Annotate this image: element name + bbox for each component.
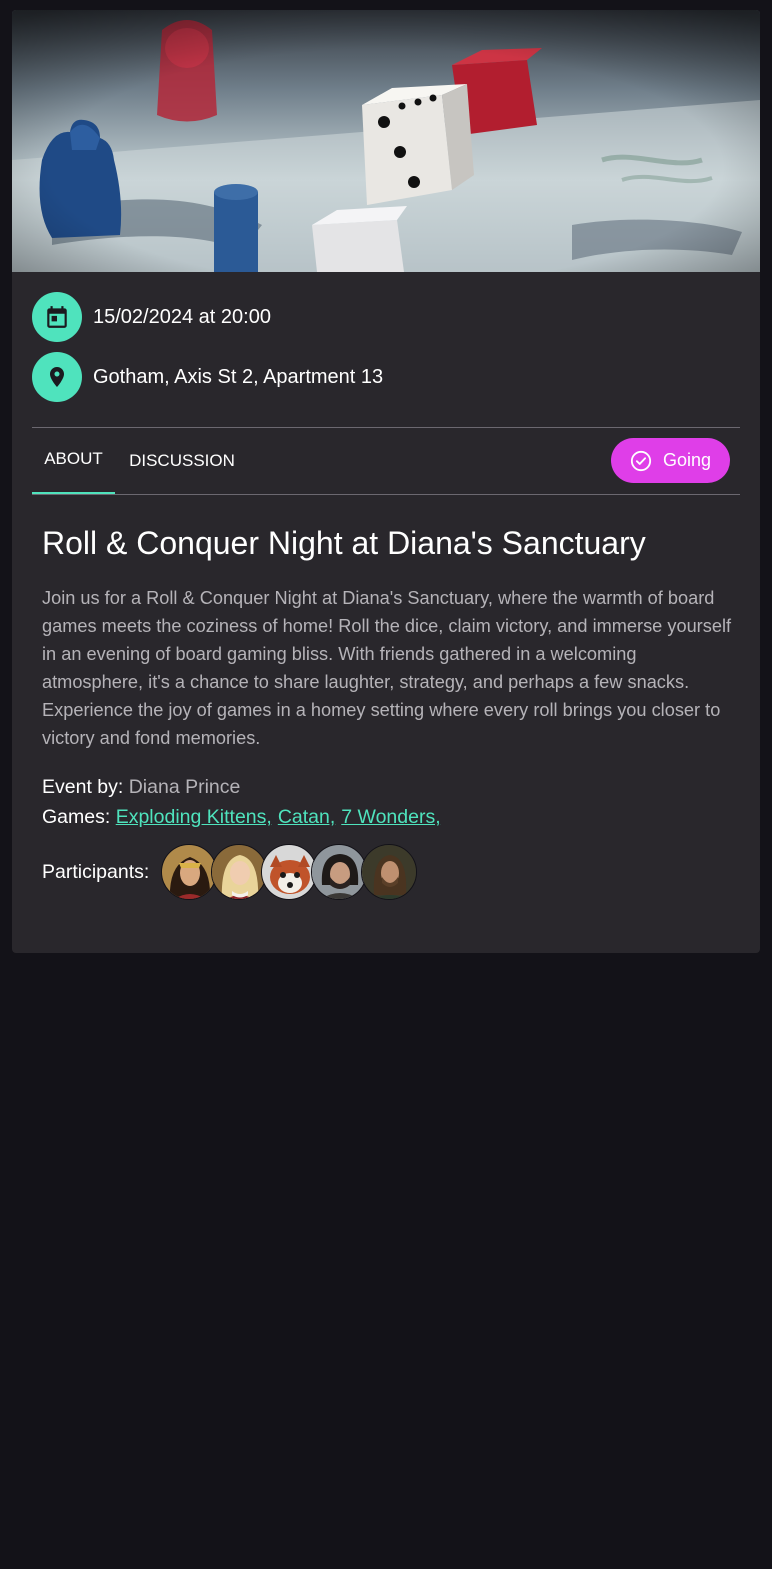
tabs-bottom-divider <box>32 494 740 495</box>
tab-discussion[interactable]: DISCUSSION <box>115 428 249 494</box>
event-title: Roll & Conquer Night at Diana's Sanctuar… <box>42 525 646 561</box>
calendar-icon <box>32 292 82 342</box>
event-location-row: Gotham, Axis St 2, Apartment 13 <box>32 352 383 402</box>
event-datetime-row: 15/02/2024 at 20:00 <box>32 292 271 342</box>
event-by-label: Event by: <box>42 776 124 798</box>
going-button-label: Going <box>662 450 712 470</box>
event-description: Join us for a Roll & Conquer Night at Di… <box>42 588 732 748</box>
event-organizer: Event by: Diana Prince <box>42 776 240 799</box>
event-datetime: 15/02/2024 at 20:00 <box>93 305 271 328</box>
event-card: 15/02/2024 at 20:00 Gotham, Axis St 2, A… <box>12 10 760 953</box>
game-link-exploding-kittens[interactable]: Exploding Kittens, <box>116 806 272 828</box>
going-button[interactable]: Going <box>611 438 730 483</box>
tab-about[interactable]: ABOUT <box>32 426 115 492</box>
games-label: Games: <box>42 806 111 828</box>
participant-avatar[interactable] <box>361 844 418 900</box>
participant-avatar[interactable] <box>211 844 268 900</box>
event-by-name: Diana Prince <box>128 776 241 798</box>
event-participants: Participants: <box>42 844 418 900</box>
event-location: Gotham, Axis St 2, Apartment 13 <box>93 365 384 388</box>
participants-label: Participants: <box>42 860 150 883</box>
event-cover-image <box>12 10 760 272</box>
check-circle-icon <box>630 450 652 472</box>
participant-avatar[interactable] <box>161 844 218 900</box>
game-link-catan[interactable]: Catan, <box>278 806 335 828</box>
location-pin-icon <box>32 352 82 402</box>
participant-avatar[interactable] <box>261 844 318 900</box>
event-games: Games: Exploding Kittens, Catan, 7 Wonders… <box>42 806 447 829</box>
participant-avatar[interactable] <box>311 844 368 900</box>
board-game-photo <box>12 10 760 272</box>
game-link-7-wonders[interactable]: 7 Wonders, <box>341 806 440 828</box>
